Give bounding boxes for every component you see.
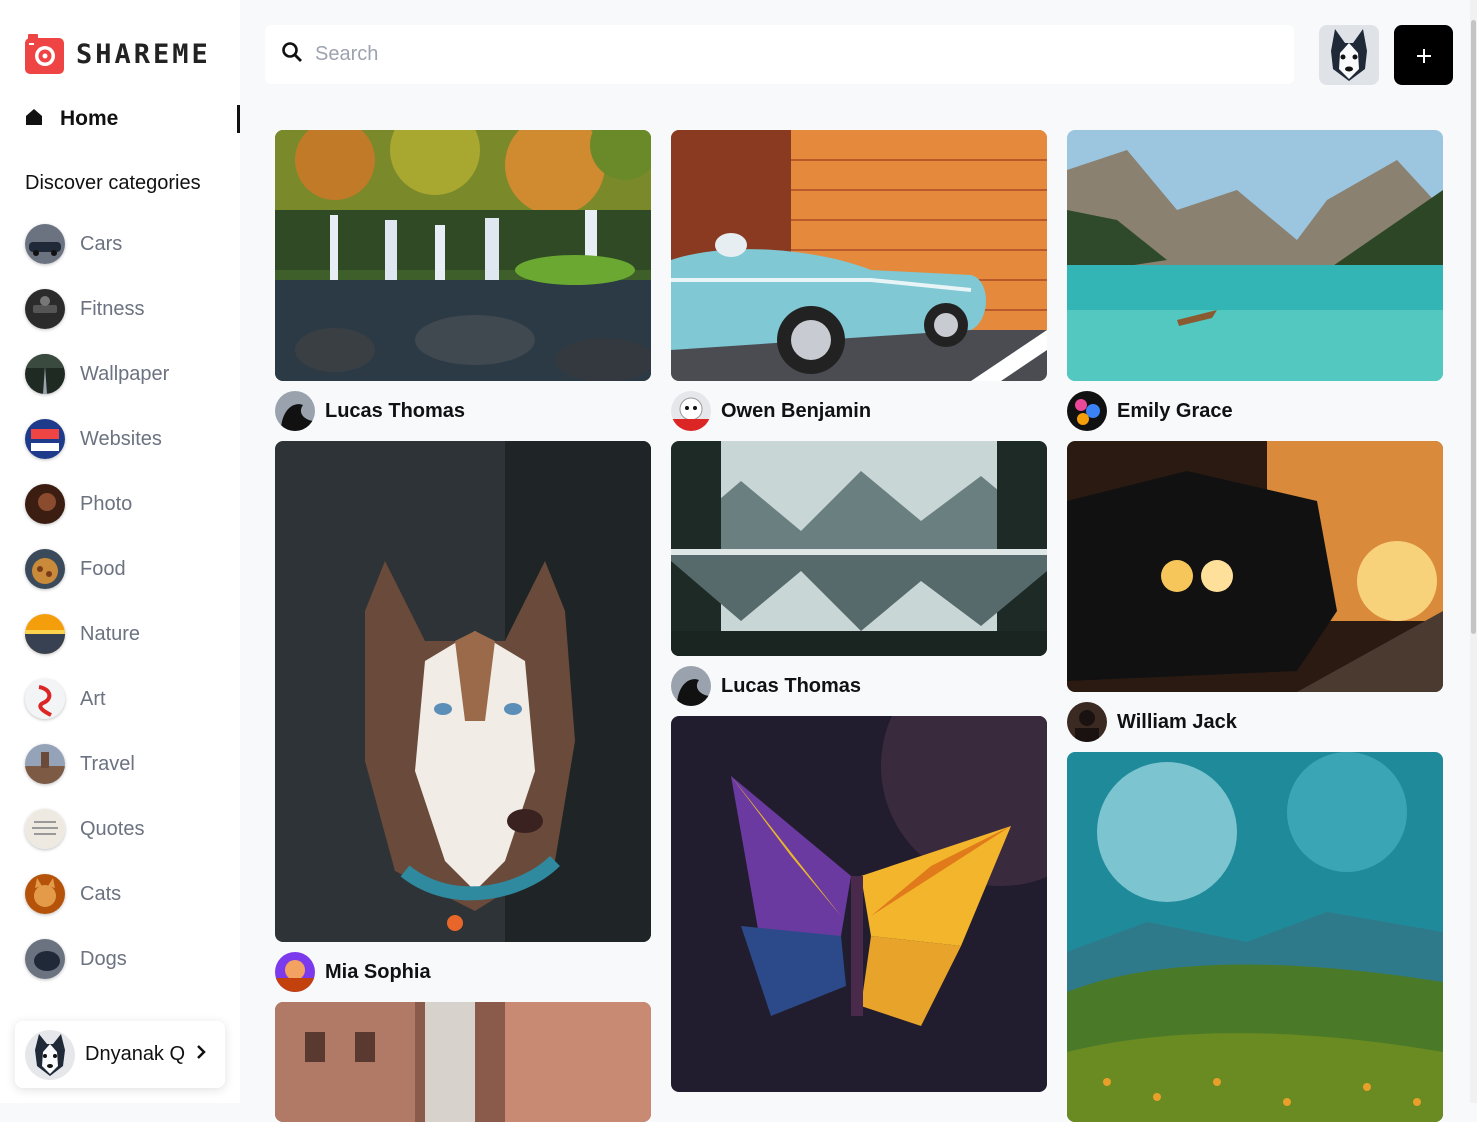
category-label: Food (80, 557, 126, 580)
category-quotes[interactable]: Quotes (25, 809, 144, 849)
pin-image-husky[interactable] (275, 441, 651, 942)
avatar (25, 1029, 75, 1080)
category-thumbnail (25, 679, 65, 719)
category-thumbnail (25, 744, 65, 784)
search-bar[interactable] (265, 25, 1294, 84)
camera-icon (25, 34, 64, 74)
category-websites[interactable]: Websites (25, 419, 162, 459)
pin-image-green-valley[interactable] (1067, 752, 1443, 1122)
category-thumbnail (25, 484, 65, 524)
category-label: Art (80, 687, 106, 710)
category-thumbnail (25, 939, 65, 979)
profile-avatar-button[interactable] (1319, 25, 1379, 85)
category-travel[interactable]: Travel (25, 744, 135, 784)
category-thumbnail (25, 614, 65, 654)
author-avatar (275, 952, 315, 992)
discover-heading: Discover categories (25, 172, 201, 194)
category-cats[interactable]: Cats (25, 874, 121, 914)
author-avatar (671, 391, 711, 431)
app-logo[interactable]: SHAREME (25, 34, 211, 74)
pin-author[interactable]: Lucas Thomas (275, 391, 465, 431)
chevron-right-icon (195, 1044, 207, 1065)
sidebar: SHAREME Home Discover categories Cars Fi… (0, 0, 240, 1103)
category-thumbnail (25, 874, 65, 914)
add-pin-button[interactable] (1394, 25, 1453, 85)
category-thumbnail (25, 224, 65, 264)
author-name: Lucas Thomas (721, 674, 862, 697)
pin-author[interactable]: Lucas Thomas (671, 666, 861, 706)
author-name: Lucas Thomas (325, 399, 466, 422)
author-name: William Jack (1117, 710, 1237, 733)
pin-image-blue-convertible[interactable] (671, 130, 1047, 381)
user-profile-card[interactable]: Dnyanak Q (15, 1021, 225, 1088)
category-label: Cats (80, 882, 122, 905)
category-label: Cars (80, 232, 123, 255)
pin-author[interactable]: Emily Grace (1067, 391, 1233, 431)
category-photo[interactable]: Photo (25, 484, 132, 524)
category-thumbnail (25, 419, 65, 459)
category-art[interactable]: Art (25, 679, 106, 719)
category-wallpaper[interactable]: Wallpaper (25, 354, 169, 394)
category-thumbnail (25, 354, 65, 394)
author-avatar (1067, 702, 1107, 742)
author-name: Emily Grace (1117, 399, 1233, 422)
pin-author[interactable]: William Jack (1067, 702, 1237, 742)
author-name: Owen Benjamin (721, 399, 872, 422)
pin-image-lake-reflection[interactable] (671, 441, 1047, 656)
category-fitness[interactable]: Fitness (25, 289, 144, 329)
nav-home[interactable]: Home (25, 105, 240, 133)
category-thumbnail (25, 289, 65, 329)
search-icon (281, 41, 303, 68)
pin-image-mountain-lake[interactable] (1067, 130, 1443, 381)
scrollbar-thumb[interactable] (1471, 20, 1476, 634)
pin-image-waterfall[interactable] (275, 130, 651, 381)
category-label: Websites (80, 427, 162, 450)
pin-image-origami-butterfly[interactable] (671, 716, 1047, 1092)
home-icon (25, 108, 43, 131)
category-food[interactable]: Food (25, 549, 126, 589)
category-label: Travel (80, 752, 135, 775)
category-label: Wallpaper (80, 362, 170, 385)
author-avatar (1067, 391, 1107, 431)
category-label: Photo (80, 492, 133, 515)
category-cars[interactable]: Cars (25, 224, 122, 264)
category-dogs[interactable]: Dogs (25, 939, 127, 979)
pin-image-street[interactable] (275, 1002, 651, 1122)
category-label: Dogs (80, 947, 127, 970)
pin-author[interactable]: Mia Sophia (275, 952, 431, 992)
pin-author[interactable]: Owen Benjamin (671, 391, 871, 431)
home-label: Home (60, 107, 119, 130)
category-nature[interactable]: Nature (25, 614, 140, 654)
user-name: Dnyanak Q (85, 1043, 186, 1065)
author-avatar (275, 391, 315, 431)
author-avatar (671, 666, 711, 706)
category-label: Fitness (80, 297, 145, 320)
pin-image-car-sunset[interactable] (1067, 441, 1443, 692)
category-label: Nature (80, 622, 141, 645)
category-thumbnail (25, 549, 65, 589)
plus-icon (1416, 40, 1432, 71)
author-name: Mia Sophia (325, 960, 431, 983)
category-thumbnail (25, 809, 65, 849)
app-name: SHAREME (76, 38, 211, 70)
category-label: Quotes (80, 817, 145, 840)
search-input[interactable] (315, 43, 1215, 66)
